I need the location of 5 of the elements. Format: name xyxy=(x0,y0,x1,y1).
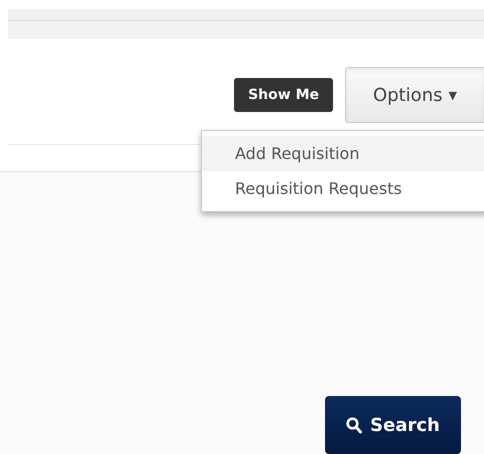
show-me-button[interactable]: Show Me xyxy=(234,78,333,112)
menu-item[interactable]: Add Requisition xyxy=(202,136,484,171)
options-button[interactable]: Options ▼ xyxy=(345,67,484,123)
search-button[interactable]: Search xyxy=(325,396,461,454)
search-icon xyxy=(346,416,362,434)
